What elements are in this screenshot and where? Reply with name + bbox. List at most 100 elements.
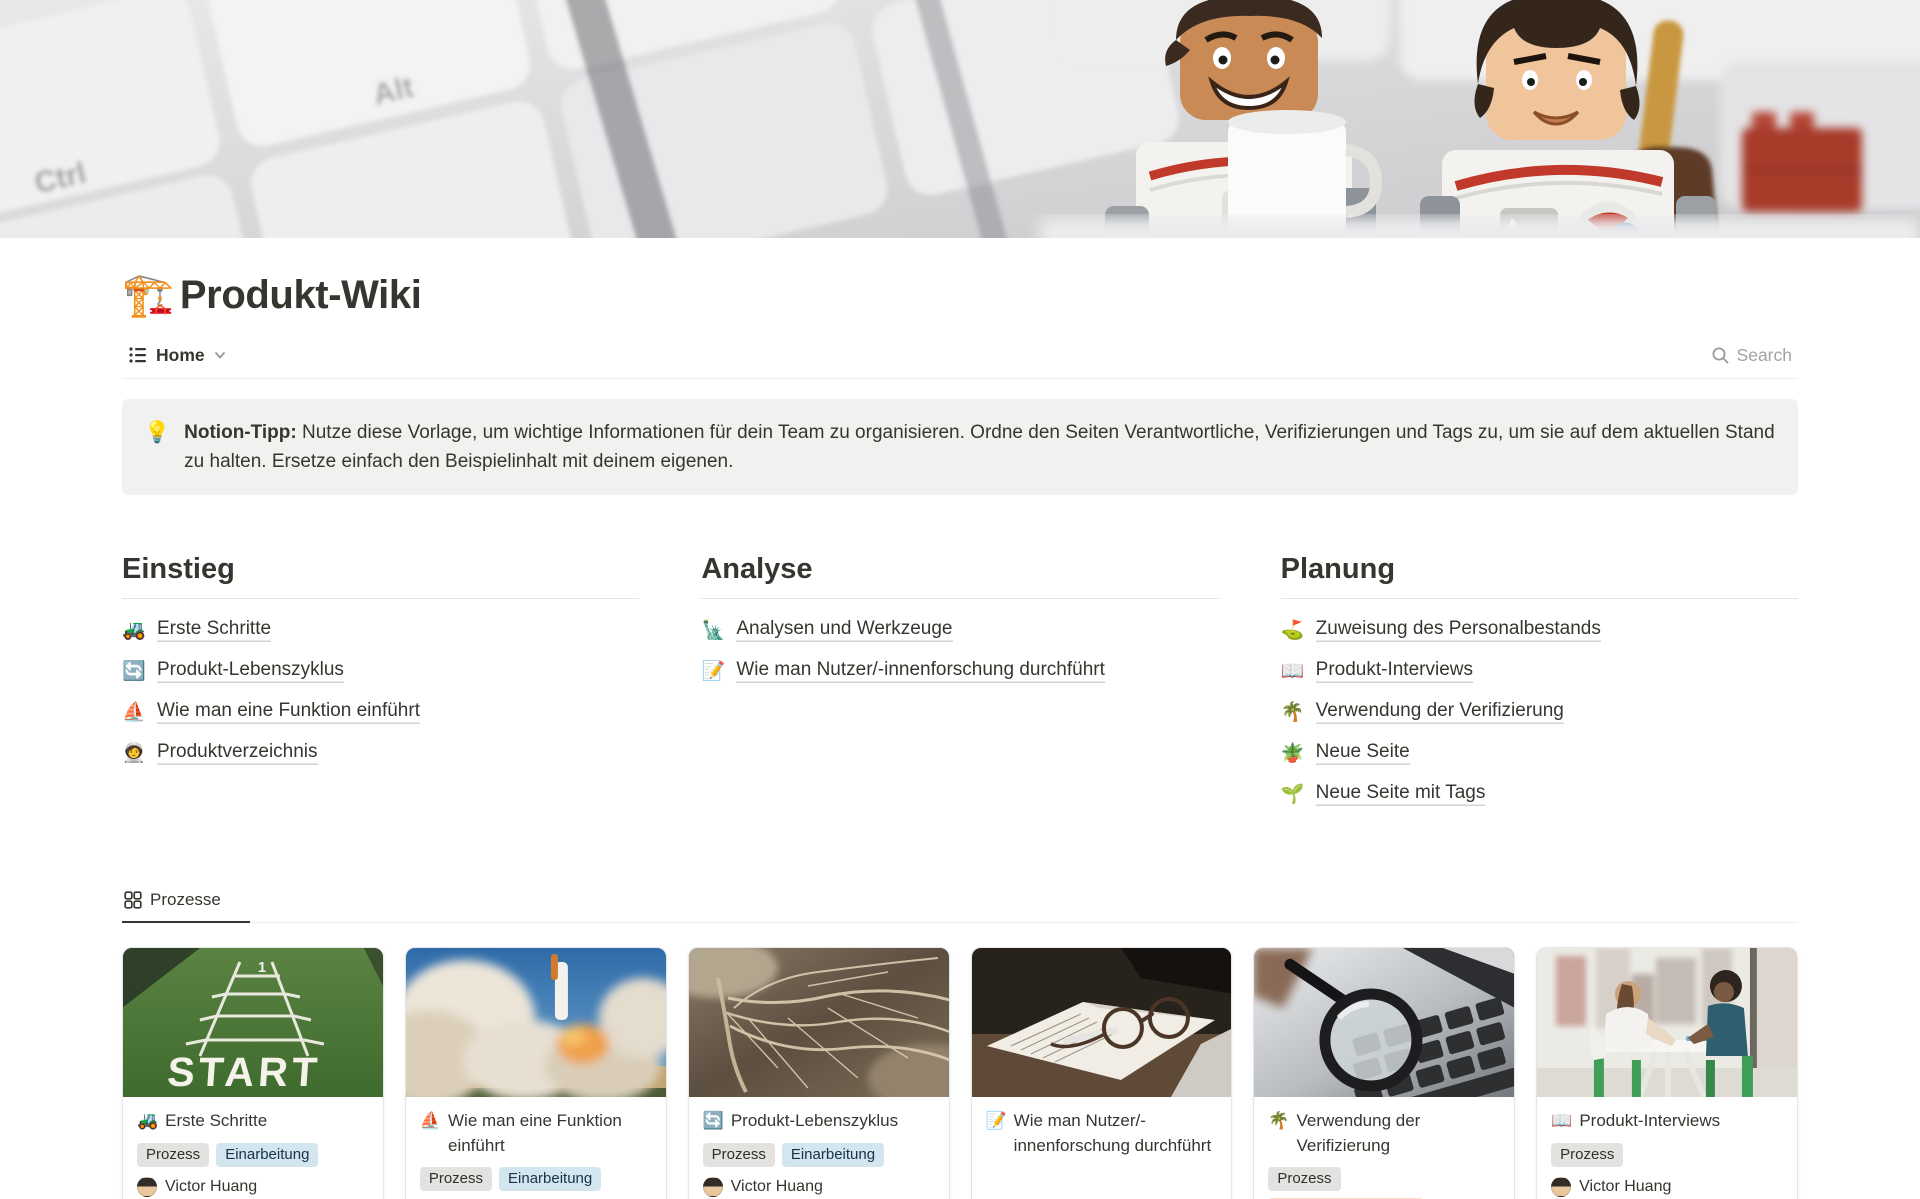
tractor-emoji-icon: 🚜 <box>122 618 146 642</box>
column-planung: Planung ⛳ Zuweisung des Personalbestands… <box>1281 553 1798 814</box>
card-person: Victor Huang <box>1551 1177 1783 1197</box>
page-link-neue-seite-tags[interactable]: 🌱 Neue Seite mit Tags <box>1281 773 1486 814</box>
page-title: 🏗️ Produkt-Wiki <box>122 268 1798 323</box>
card-cover-start-field: 1 START <box>123 948 383 1097</box>
gallery-view-icon <box>124 891 142 909</box>
card-produkt-interviews[interactable]: 📖 Produkt-Interviews Prozess Victor Huan… <box>1536 947 1798 1199</box>
tag-prozess: Prozess <box>137 1143 209 1168</box>
lightbulb-emoji-icon: 💡 <box>144 418 170 477</box>
arrows-cycle-emoji-icon: 🔄 <box>122 659 146 683</box>
card-title: 🚜 Erste Schritte <box>137 1109 369 1133</box>
callout-body: Nutze diese Vorlage, um wichtige Informa… <box>184 422 1775 472</box>
tab-prozesse-label: Prozesse <box>150 890 221 910</box>
page-link-verifizierung[interactable]: 🌴 Verwendung der Verifizierung <box>1281 691 1564 732</box>
tab-prozesse[interactable]: Prozesse <box>122 884 250 923</box>
card-cover-rocket-launch <box>406 948 666 1097</box>
card-cover-notebook-glasses <box>972 948 1232 1097</box>
palm-tree-emoji-icon: 🌴 <box>1281 700 1305 724</box>
list-view-icon <box>128 345 148 365</box>
column-planung-title: Planung <box>1281 553 1798 599</box>
page-link-funktion-einfuehren[interactable]: ⛵ Wie man eine Funktion einführt <box>122 691 420 732</box>
callout-text: Notion-Tipp: Nutze diese Vorlage, um wic… <box>184 418 1776 477</box>
card-title: 🔄 Produkt-Lebenszyklus <box>703 1109 935 1133</box>
statue-emoji-icon: 🗽 <box>701 618 725 642</box>
column-analyse-title: Analyse <box>701 553 1218 599</box>
card-title: 🌴 Verwendung der Verifizierung <box>1268 1109 1500 1157</box>
callout-lead: Notion-Tipp: <box>184 422 297 443</box>
card-funktion-einfuehren[interactable]: ⛵ Wie man eine Funktion einführt Prozess… <box>405 947 667 1199</box>
gallery-tab-bar: Prozesse <box>122 884 1798 923</box>
palm-tree-emoji-icon: 🌴 <box>1268 1109 1289 1157</box>
search-button[interactable]: Search <box>1705 341 1798 370</box>
sailboat-emoji-icon: ⛵ <box>420 1109 441 1157</box>
tab-home-label: Home <box>156 345 205 366</box>
card-tags: Prozess <box>1551 1143 1783 1168</box>
tag-prozess: Prozess <box>1551 1143 1623 1168</box>
avatar <box>137 1177 157 1197</box>
tag-einarbeitung: Einarbeitung <box>782 1143 884 1168</box>
open-book-emoji-icon: 📖 <box>1551 1109 1572 1133</box>
page-link-produktverzeichnis[interactable]: 🧑‍🚀 Produktverzeichnis <box>122 732 318 773</box>
page-link-analysen-werkzeuge[interactable]: 🗽 Analysen und Werkzeuge <box>701 609 952 650</box>
golf-flag-emoji-icon: ⛳ <box>1281 618 1305 642</box>
column-analyse: Analyse 🗽 Analysen und Werkzeuge 📝 Wie m… <box>701 553 1218 814</box>
sailboat-emoji-icon: ⛵ <box>122 700 146 724</box>
card-cover-interview-table <box>1537 948 1797 1097</box>
card-erste-schritte[interactable]: 1 START 🚜 Erste Schritte Prozess Einarbe… <box>122 947 384 1199</box>
foreground-keys <box>1040 218 1920 238</box>
cover-illustration: Ctrl Alt <box>0 0 1920 238</box>
search-label: Search <box>1737 345 1792 366</box>
avatar <box>1551 1177 1571 1197</box>
column-einstieg: Einstieg 🚜 Erste Schritte 🔄 Produkt-Lebe… <box>122 553 639 814</box>
page-link-produkt-interviews[interactable]: 📖 Produkt-Interviews <box>1281 650 1473 691</box>
card-title: 📖 Produkt-Interviews <box>1551 1109 1783 1133</box>
svg-text:1: 1 <box>258 959 266 976</box>
tag-prozess: Prozess <box>1268 1167 1340 1192</box>
page-link-produkt-lebenszyklus[interactable]: 🔄 Produkt-Lebenszyklus <box>122 650 344 691</box>
svg-text:START: START <box>166 1050 323 1096</box>
gallery-cards: 1 START 🚜 Erste Schritte Prozess Einarbe… <box>122 947 1798 1199</box>
chevron-down-icon <box>213 348 227 362</box>
potted-plant-emoji-icon: 🪴 <box>1281 741 1305 765</box>
tag-einarbeitung: Einarbeitung <box>499 1167 601 1192</box>
memo-emoji-icon: 📝 <box>701 659 725 683</box>
card-tags: Prozess Einarbeitung <box>703 1143 935 1168</box>
crane-emoji-icon: 🏗️ <box>122 268 174 323</box>
page-link-neue-seite[interactable]: 🪴 Neue Seite <box>1281 732 1410 773</box>
link-columns: Einstieg 🚜 Erste Schritte 🔄 Produkt-Lebe… <box>122 553 1798 814</box>
card-person: Victor Huang <box>703 1177 935 1197</box>
column-einstieg-title: Einstieg <box>122 553 639 599</box>
card-cover-magnifier-keyboard <box>1254 948 1514 1097</box>
card-tags: Prozess Technischer Support <box>1268 1167 1500 1199</box>
card-person: Victor Huang <box>137 1177 369 1197</box>
card-title: ⛵ Wie man eine Funktion einführt <box>420 1109 652 1157</box>
search-icon <box>1711 346 1730 365</box>
tractor-emoji-icon: 🚜 <box>137 1109 158 1133</box>
card-tags: Prozess Einarbeitung <box>137 1143 369 1168</box>
avatar <box>703 1177 723 1197</box>
card-tags: Prozess Einarbeitung <box>420 1167 652 1192</box>
arrows-cycle-emoji-icon: 🔄 <box>703 1109 724 1133</box>
open-book-emoji-icon: 📖 <box>1281 659 1305 683</box>
notion-tip-callout: 💡 Notion-Tipp: Nutze diese Vorlage, um w… <box>122 399 1798 496</box>
cover-image: Ctrl Alt <box>0 0 1920 238</box>
prozesse-section: Prozesse <box>122 884 1798 1199</box>
card-title: 📝 Wie man Nutzer/-innenforschung durchfü… <box>986 1109 1218 1157</box>
card-cover-river-delta <box>689 948 949 1097</box>
memo-emoji-icon: 📝 <box>986 1109 1007 1157</box>
tag-prozess: Prozess <box>703 1143 775 1168</box>
view-bar: Home Search <box>122 333 1798 379</box>
page-link-nutzerforschung[interactable]: 📝 Wie man Nutzer/-innenforschung durchfü… <box>701 650 1105 691</box>
page-title-text: Produkt-Wiki <box>180 269 422 321</box>
tag-einarbeitung: Einarbeitung <box>216 1143 318 1168</box>
page-content: 🏗️ Produkt-Wiki Home Search 💡 N <box>122 268 1798 1199</box>
tab-home[interactable]: Home <box>122 341 233 370</box>
page-link-erste-schritte[interactable]: 🚜 Erste Schritte <box>122 609 271 650</box>
card-verifizierung[interactable]: 🌴 Verwendung der Verifizierung Prozess T… <box>1253 947 1515 1199</box>
card-produkt-lebenszyklus[interactable]: 🔄 Produkt-Lebenszyklus Prozess Einarbeit… <box>688 947 950 1199</box>
tag-prozess: Prozess <box>420 1167 492 1192</box>
page-link-personalbestand[interactable]: ⛳ Zuweisung des Personalbestands <box>1281 609 1601 650</box>
seedling-emoji-icon: 🌱 <box>1281 782 1305 806</box>
astronaut-emoji-icon: 🧑‍🚀 <box>122 741 146 765</box>
card-nutzerforschung[interactable]: 📝 Wie man Nutzer/-innenforschung durchfü… <box>971 947 1233 1199</box>
